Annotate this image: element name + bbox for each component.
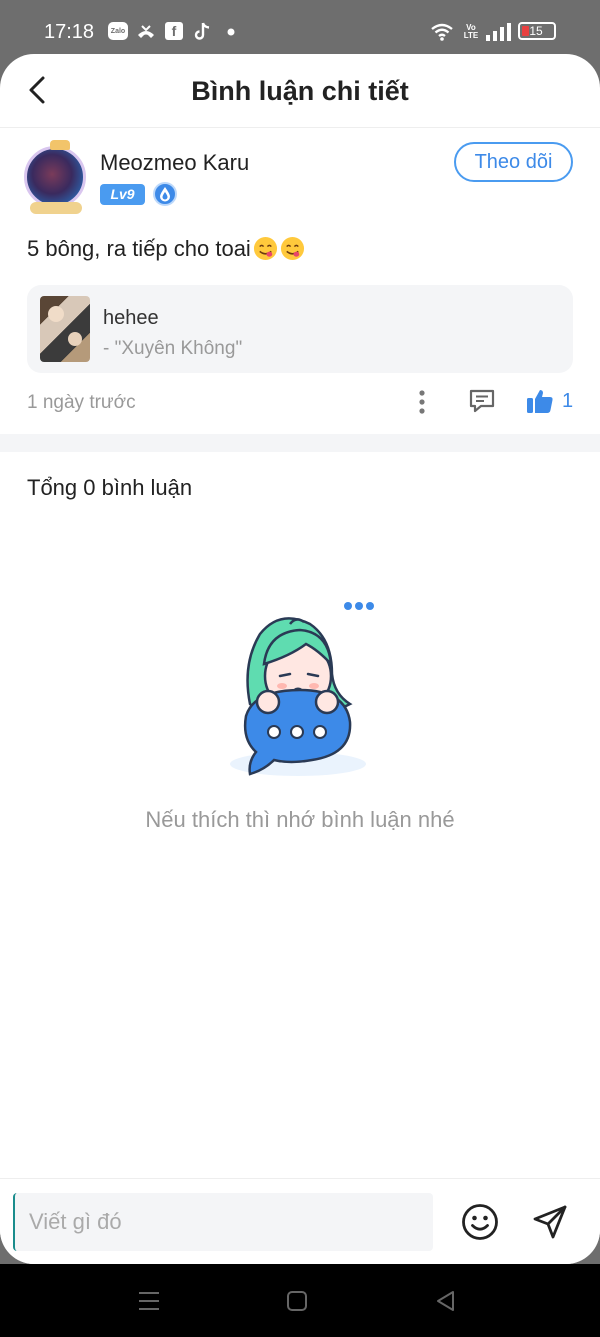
level-badge: Lv9 bbox=[100, 184, 145, 205]
quoted-post-card[interactable]: hehee - "Xuyên Không" bbox=[27, 285, 573, 373]
lte-bottom-label: LTE bbox=[463, 31, 479, 40]
quoted-post-thumbnail bbox=[40, 296, 90, 362]
menu-icon bbox=[139, 1292, 159, 1310]
avatar-frame-ribbon bbox=[30, 202, 82, 214]
yum-emoji-icon bbox=[253, 236, 277, 261]
comment-detail-sheet: Bình luận chi tiết Meozmeo Karu Lv9 Theo… bbox=[0, 54, 600, 1264]
page-title: Bình luận chi tiết bbox=[191, 76, 409, 106]
more-options-button[interactable] bbox=[410, 386, 434, 418]
battery-icon: 15 bbox=[518, 22, 556, 40]
quoted-post-source: - "Xuyên Không" bbox=[103, 338, 243, 359]
like-button[interactable]: 1 bbox=[526, 384, 578, 418]
avatar-frame-crown bbox=[50, 140, 70, 150]
home-square-icon bbox=[287, 1291, 307, 1311]
quoted-post-title: hehee bbox=[103, 307, 159, 329]
system-navigation-bar bbox=[0, 1264, 600, 1337]
comment-icon bbox=[469, 389, 495, 413]
zalo-icon: Zalo bbox=[108, 22, 128, 40]
comment-text: 5 bông, ra tiếp cho toai bbox=[27, 236, 305, 262]
yum-emoji-icon bbox=[280, 236, 304, 261]
send-button[interactable] bbox=[530, 1202, 570, 1242]
header: Bình luận chi tiết bbox=[0, 54, 600, 128]
follow-button[interactable]: Theo dõi bbox=[454, 142, 573, 182]
system-back-button[interactable] bbox=[432, 1288, 458, 1314]
total-comments-label: Tổng 0 bình luận bbox=[27, 475, 193, 500]
username[interactable]: Meozmeo Karu bbox=[100, 150, 249, 176]
empty-comments-illustration bbox=[220, 594, 380, 784]
thumbs-up-icon bbox=[527, 390, 553, 413]
timestamp: 1 ngày trước bbox=[27, 392, 136, 413]
status-bar: 17:18 Zalo f Vo LTE 15 bbox=[0, 0, 600, 60]
water-drop-badge-icon bbox=[153, 182, 177, 206]
lte-icon: Vo LTE bbox=[462, 22, 480, 42]
notification-dot-icon bbox=[226, 22, 236, 42]
smiley-icon bbox=[462, 1204, 498, 1240]
signal-icon bbox=[486, 22, 512, 42]
reply-button[interactable] bbox=[466, 384, 498, 418]
missed-call-icon bbox=[136, 22, 156, 42]
more-vertical-icon bbox=[419, 390, 425, 414]
status-time: 17:18 bbox=[44, 21, 95, 43]
section-divider bbox=[0, 434, 600, 452]
facebook-icon: f bbox=[165, 22, 183, 40]
battery-level: 15 bbox=[529, 24, 543, 38]
triangle-back-icon bbox=[437, 1291, 454, 1311]
home-button[interactable] bbox=[284, 1288, 310, 1314]
comment-body: 5 bông, ra tiếp cho toai bbox=[27, 236, 251, 261]
recent-apps-button[interactable] bbox=[136, 1288, 162, 1314]
send-icon bbox=[533, 1205, 567, 1239]
like-count: 1 bbox=[562, 389, 574, 412]
wifi-icon bbox=[430, 22, 454, 42]
avatar[interactable] bbox=[24, 146, 86, 208]
tiktok-icon bbox=[193, 22, 213, 42]
empty-comments-text: Nếu thích thì nhớ bình luận nhé bbox=[145, 807, 455, 832]
emoji-button[interactable] bbox=[460, 1202, 500, 1242]
comment-input[interactable] bbox=[13, 1193, 433, 1251]
comment-input-bar bbox=[0, 1178, 600, 1264]
